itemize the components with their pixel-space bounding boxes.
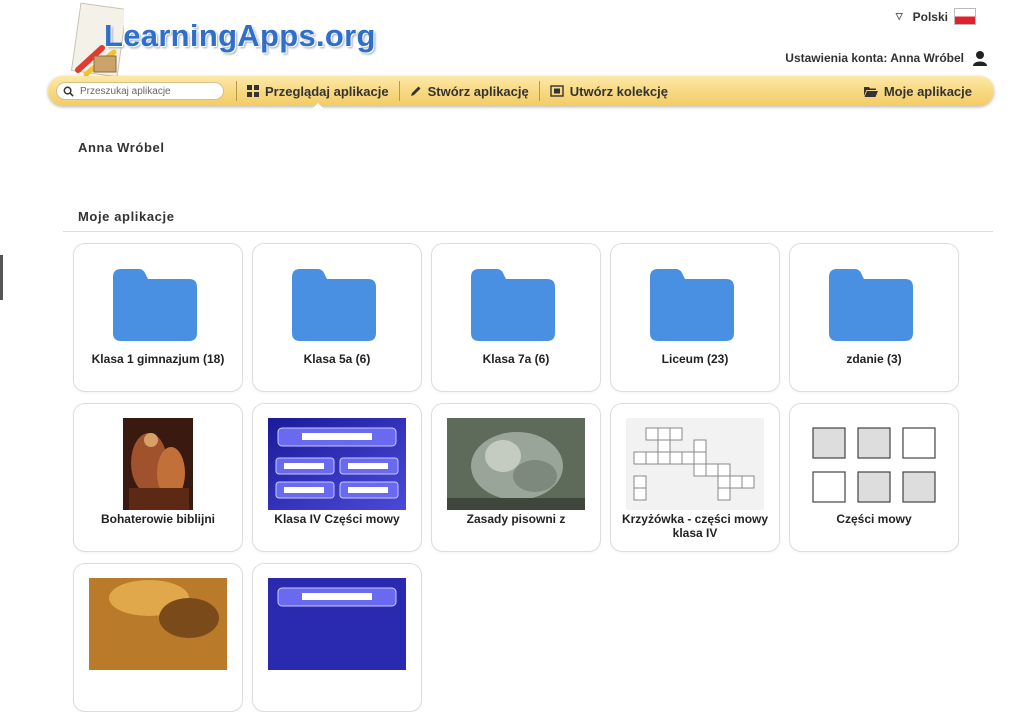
nav-browse-label: Przeglądaj aplikacje bbox=[265, 83, 389, 99]
poland-flag-icon bbox=[954, 8, 976, 25]
app-card[interactable] bbox=[252, 563, 422, 712]
folder-icon bbox=[829, 269, 913, 341]
nav-separator bbox=[538, 81, 540, 101]
user-icon bbox=[973, 51, 987, 66]
main-navbar: Przeglądaj aplikacje Stwórz aplikację Ut… bbox=[48, 76, 994, 109]
nav-my-apps[interactable]: Moje aplikacje bbox=[863, 83, 972, 99]
folder-card[interactable]: Klasa 7a (6) bbox=[431, 243, 601, 392]
app-label: Klasa IV Części mowy bbox=[274, 512, 400, 526]
folder-open-icon bbox=[863, 86, 878, 97]
search-input[interactable] bbox=[78, 84, 222, 98]
nav-create-app[interactable]: Stwórz aplikację bbox=[410, 84, 529, 99]
folder-card[interactable]: zdanie (3) bbox=[789, 243, 959, 392]
sculpture-thumbnail-icon bbox=[447, 418, 585, 510]
folder-card[interactable]: Klasa 5a (6) bbox=[252, 243, 422, 392]
nav-separator bbox=[236, 81, 237, 101]
folder-card[interactable]: Klasa 1 gimnazjum (18) bbox=[73, 243, 243, 392]
nav-collection-label: Utwórz kolekcję bbox=[569, 83, 668, 99]
app-card[interactable]: Części mowy bbox=[789, 403, 959, 552]
folder-label: Klasa 5a (6) bbox=[303, 352, 371, 366]
quiz-thumbnail-icon bbox=[268, 578, 406, 670]
app-label: Części mowy bbox=[836, 512, 912, 526]
page-user-name: Anna Wróbel bbox=[78, 140, 165, 155]
nav-browse-apps[interactable]: Przeglądaj aplikacje bbox=[247, 83, 389, 109]
nav-create-label: Stwórz aplikację bbox=[427, 83, 529, 99]
account-settings-link[interactable]: Ustawienia konta: Anna Wróbel bbox=[785, 50, 988, 66]
dropdown-triangle-icon: ▽ bbox=[895, 11, 903, 21]
app-card[interactable] bbox=[73, 563, 243, 712]
logo[interactable]: LearningApps.org bbox=[62, 0, 375, 80]
left-edge-bar bbox=[0, 255, 3, 300]
folder-label: Klasa 1 gimnazjum (18) bbox=[91, 352, 225, 366]
grid-icon bbox=[247, 85, 259, 97]
app-label: Krzyżówka - części mowy klasa IV bbox=[621, 512, 769, 540]
apps-grid: Klasa 1 gimnazjum (18) Klasa 5a (6) Klas… bbox=[73, 243, 959, 712]
nav-my-apps-label: Moje aplikacje bbox=[883, 83, 972, 99]
divider bbox=[63, 231, 993, 232]
language-label: Polski bbox=[912, 9, 948, 24]
app-card[interactable]: Klasa IV Części mowy bbox=[252, 403, 422, 552]
language-selector[interactable]: ▽ Polski bbox=[896, 8, 976, 25]
folder-icon bbox=[292, 269, 376, 341]
app-card[interactable]: Bohaterowie biblijni bbox=[73, 403, 243, 552]
account-settings-label: Ustawienia konta: Anna Wróbel bbox=[785, 51, 964, 65]
folder-icon bbox=[650, 269, 734, 341]
search-icon bbox=[63, 86, 74, 97]
pencil-icon bbox=[410, 86, 421, 96]
painting-thumbnail-icon bbox=[89, 578, 227, 670]
section-title: Moje aplikacje bbox=[78, 209, 175, 224]
painting-thumbnail-icon bbox=[123, 418, 193, 510]
folder-label: Klasa 7a (6) bbox=[482, 352, 550, 366]
app-card[interactable]: Krzyżówka - części mowy klasa IV bbox=[610, 403, 780, 552]
nav-create-collection[interactable]: Utwórz kolekcję bbox=[550, 84, 668, 99]
app-card[interactable]: Zasady pisowni z bbox=[431, 403, 601, 552]
folder-label: zdanie (3) bbox=[846, 352, 902, 366]
app-label: Zasady pisowni z bbox=[466, 512, 566, 526]
logo-text: LearningApps.org bbox=[104, 18, 376, 53]
folder-label: Liceum (23) bbox=[661, 352, 729, 366]
app-label: Bohaterowie biblijni bbox=[100, 512, 215, 526]
crossword-thumbnail-icon bbox=[626, 418, 764, 510]
search-box[interactable] bbox=[56, 82, 224, 100]
folder-icon bbox=[113, 269, 197, 341]
squares-thumbnail-icon bbox=[812, 427, 936, 503]
folder-icon bbox=[471, 269, 555, 341]
collection-icon bbox=[550, 85, 564, 97]
quiz-thumbnail-icon bbox=[268, 418, 406, 510]
nav-separator bbox=[398, 81, 400, 101]
folder-card[interactable]: Liceum (23) bbox=[610, 243, 780, 392]
